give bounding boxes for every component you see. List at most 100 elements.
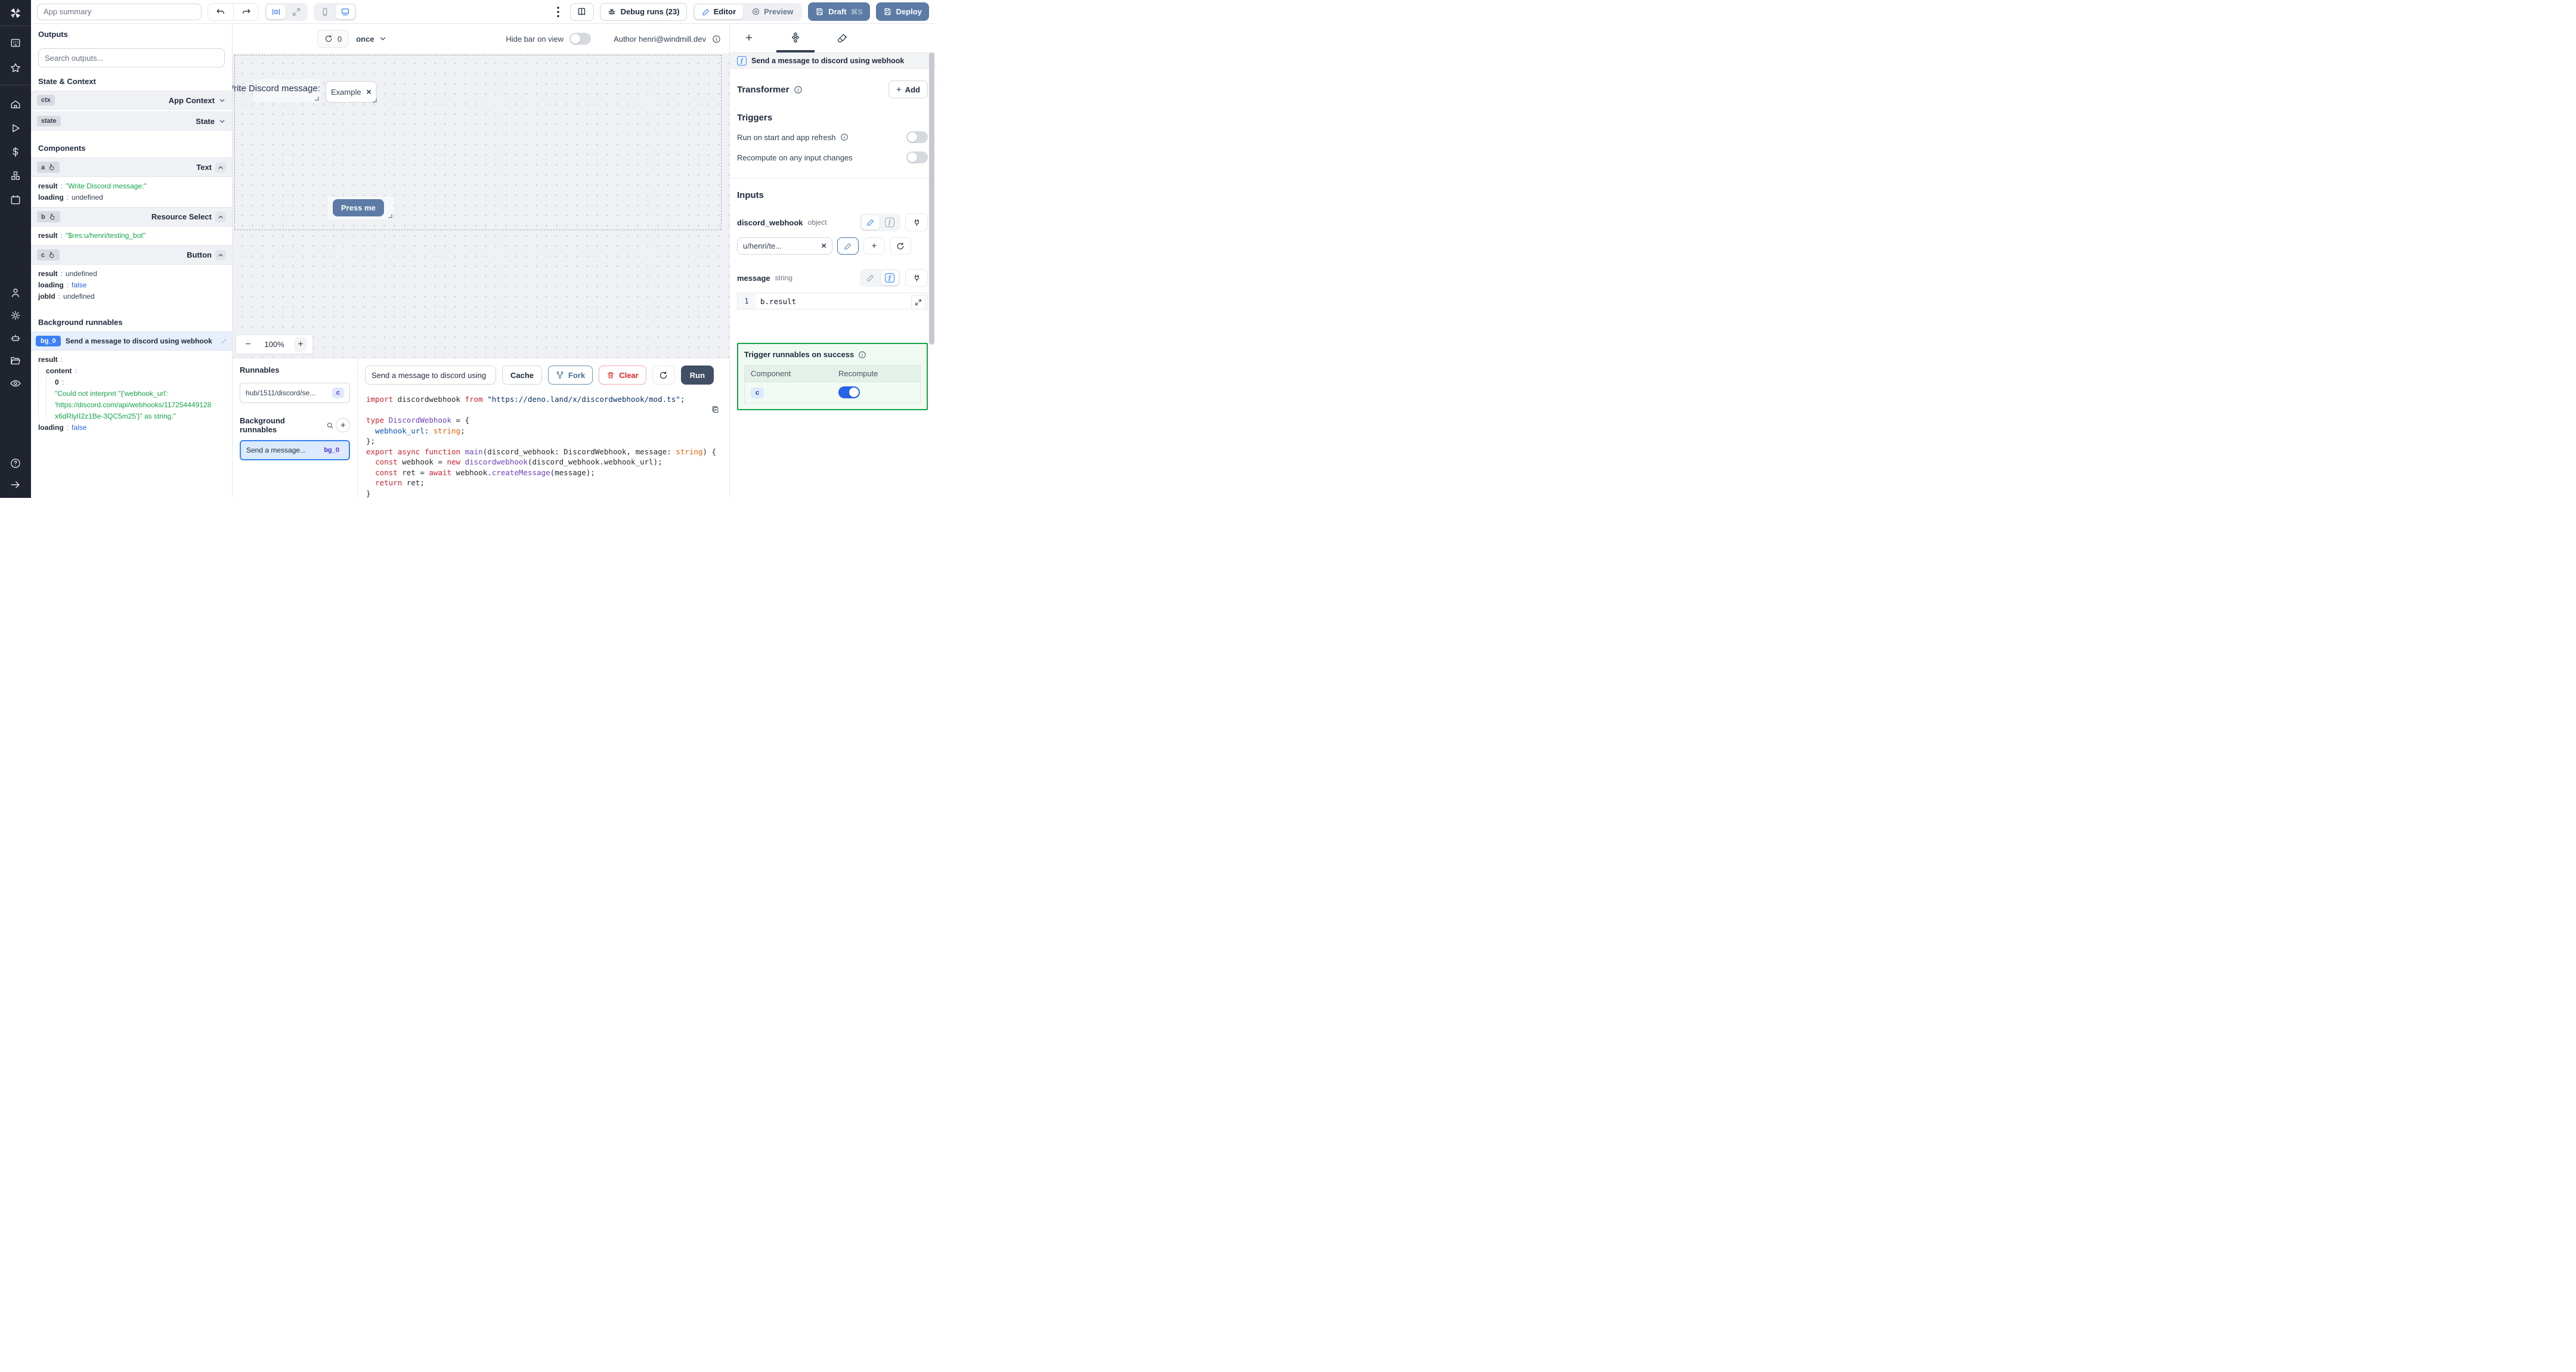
clear-button[interactable]: Clear: [599, 366, 646, 385]
refresh-resource-button[interactable]: [890, 237, 911, 255]
add-transformer-button[interactable]: + Add: [888, 80, 928, 98]
folders-icon[interactable]: [10, 355, 21, 367]
info-icon[interactable]: [712, 35, 721, 44]
workers-robot-icon[interactable]: [10, 332, 21, 344]
chevron-down-icon: [380, 37, 385, 41]
reload-script-button[interactable]: [652, 366, 675, 385]
runnable-item[interactable]: hub/1511/discord/se... c: [240, 383, 350, 403]
script-toolbar: Cache Fork Clear: [358, 358, 729, 389]
deploy-label: Deploy: [896, 7, 922, 16]
cache-button[interactable]: Cache: [502, 366, 543, 385]
settings-scrollbar[interactable]: [929, 52, 934, 345]
text-component[interactable]: Write Discord message:: [233, 79, 320, 102]
static-mode-button[interactable]: [862, 271, 880, 285]
draft-button[interactable]: Draft ⌘S: [808, 2, 870, 21]
info-icon: [840, 134, 848, 141]
variables-dollar-icon[interactable]: [10, 146, 21, 158]
zoom-out-button[interactable]: −: [242, 339, 255, 350]
info-icon: [859, 351, 866, 358]
function-icon: f: [885, 218, 894, 227]
app-canvas[interactable]: Write Discord message: Example resou... …: [233, 54, 729, 358]
runnable-item-selected[interactable]: Send a message... bg_0: [240, 440, 350, 460]
app-summary-input[interactable]: [37, 3, 202, 20]
component-settings-tab[interactable]: [776, 24, 815, 52]
refresh-count-button[interactable]: 0: [317, 30, 349, 48]
script-name-input[interactable]: [365, 366, 496, 385]
add-background-runnable-button[interactable]: +: [336, 418, 350, 432]
component-header-a[interactable]: a Text: [31, 157, 232, 177]
resource-value-select[interactable]: u/henri/te... ×: [737, 237, 832, 255]
fork-button[interactable]: Fork: [548, 366, 593, 385]
state-row[interactable]: state State: [31, 112, 232, 131]
output-key: result: [38, 269, 58, 278]
copy-code-icon[interactable]: [711, 405, 720, 414]
hide-bar-toggle[interactable]: [569, 33, 592, 45]
run-button[interactable]: Run: [680, 366, 714, 385]
insert-component-tab[interactable]: +: [730, 24, 768, 52]
plug-icon: [914, 219, 919, 226]
favorites-star-icon[interactable]: [10, 62, 21, 74]
message-expression[interactable]: b.result: [756, 293, 927, 309]
undo-button[interactable]: [208, 3, 233, 20]
docs-button[interactable]: [569, 2, 594, 21]
help-icon[interactable]: [10, 457, 21, 469]
selected-runnable-label: Send a message...: [246, 446, 306, 454]
apps-icon[interactable]: [10, 37, 21, 49]
schedules-calendar-icon[interactable]: [10, 194, 21, 206]
debug-runs-label: Debug runs (23): [620, 7, 680, 16]
more-menu-button[interactable]: [552, 4, 564, 20]
redo-button[interactable]: [233, 3, 258, 20]
fullscreen-layout-button[interactable]: [287, 5, 306, 19]
run-on-start-toggle[interactable]: [906, 131, 928, 143]
plug-button[interactable]: [905, 213, 928, 231]
resource-select-component[interactable]: Example resou... ×: [326, 81, 377, 103]
output-value: false: [72, 280, 87, 289]
resources-cubes-icon[interactable]: [10, 170, 21, 182]
left-icon-rail: [0, 0, 31, 498]
recompute-c-toggle[interactable]: [838, 386, 860, 398]
mobile-view-button[interactable]: [315, 5, 335, 19]
settings-gear-icon[interactable]: [10, 309, 21, 321]
inputs-title: Inputs: [737, 190, 764, 200]
debug-runs-button[interactable]: Debug runs (23): [599, 2, 687, 21]
connect-mode-button[interactable]: f: [881, 271, 899, 285]
connect-mode-button[interactable]: f: [881, 215, 899, 230]
clear-resource-icon[interactable]: ×: [821, 241, 826, 251]
edit-resource-button[interactable]: [837, 237, 859, 255]
edit-pen-icon[interactable]: [221, 338, 227, 345]
runs-play-icon[interactable]: [10, 122, 21, 134]
styling-tab[interactable]: [823, 24, 861, 52]
paintbrush-icon: [837, 33, 847, 42]
component-header-c[interactable]: c Button: [31, 245, 232, 265]
editor-tab[interactable]: Editor: [694, 4, 744, 19]
component-header-b[interactable]: b Resource Select: [31, 207, 232, 227]
recompute-on-change-toggle[interactable]: [906, 151, 928, 163]
ctx-row[interactable]: ctx App Context: [31, 91, 232, 110]
bug-icon: [608, 8, 615, 14]
schedule-dropdown[interactable]: once: [356, 35, 386, 44]
search-icon[interactable]: [326, 422, 334, 429]
plug-button[interactable]: [905, 269, 928, 287]
desktop-view-button[interactable]: [336, 4, 355, 19]
search-outputs-input[interactable]: [38, 48, 225, 67]
resize-handle[interactable]: [315, 97, 319, 101]
preview-tab[interactable]: Preview: [744, 5, 800, 19]
center-layout-button[interactable]: [267, 4, 286, 19]
message-expression-editor[interactable]: 1 b.result: [737, 293, 928, 309]
clear-selection-icon[interactable]: ×: [366, 87, 371, 97]
home-icon[interactable]: [10, 98, 21, 110]
windmill-logo[interactable]: [0, 0, 31, 26]
static-mode-button[interactable]: [862, 215, 880, 230]
resize-handle[interactable]: [388, 214, 392, 218]
collapse-arrow-icon[interactable]: [10, 479, 21, 491]
press-me-button[interactable]: Press me: [333, 199, 384, 216]
resize-handle[interactable]: [373, 98, 377, 103]
audit-eye-icon[interactable]: [10, 377, 21, 389]
expand-editor-button[interactable]: [911, 295, 925, 309]
code-editor[interactable]: import discordwebhook from "https://deno…: [358, 389, 729, 498]
bg0-output-header[interactable]: bg_0 Send a message to discord using web…: [31, 332, 232, 351]
add-resource-button[interactable]: +: [863, 237, 885, 255]
zoom-in-button[interactable]: +: [294, 336, 307, 352]
deploy-button[interactable]: Deploy: [875, 2, 929, 21]
users-icon[interactable]: [10, 287, 21, 299]
